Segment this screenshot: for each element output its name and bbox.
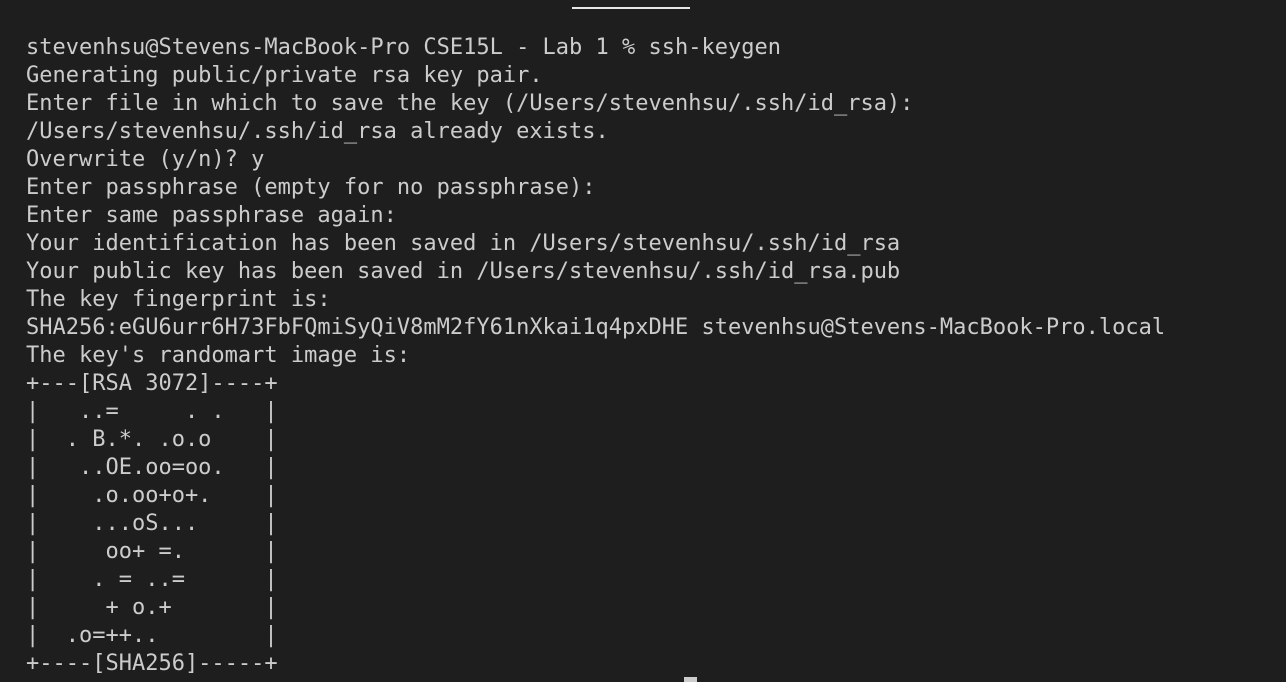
terminal-line: Your public key has been saved in /Users… [26, 259, 901, 284]
terminal-line-fingerprint: SHA256:eGU6urr6H73FbFQmiSyQiV8mM2fY61nXk… [26, 315, 1166, 340]
randomart-line: +----[SHA256]-----+ [26, 651, 278, 676]
randomart-line: | ..= . . | [26, 399, 278, 424]
randomart-line: | ..OE.oo=oo. | [26, 455, 278, 480]
randomart-line: | .o=++.. | [26, 623, 278, 648]
terminal-output[interactable]: stevenhsu@Stevens-MacBook-Pro CSE15L - L… [26, 34, 1165, 678]
terminal-line: Enter passphrase (empty for no passphras… [26, 175, 596, 200]
terminal-line: Overwrite (y/n)? y [26, 147, 265, 172]
terminal-line-prompt: stevenhsu@Stevens-MacBook-Pro CSE15L - L… [26, 35, 781, 60]
randomart-line: | . B.*. .o.o | [26, 427, 278, 452]
randomart-line: | oo+ =. | [26, 539, 278, 564]
terminal-line: /Users/stevenhsu/.ssh/id_rsa already exi… [26, 119, 609, 144]
randomart-line: | . = ..= | [26, 567, 278, 592]
terminal-line: Your identification has been saved in /U… [26, 231, 901, 256]
terminal-line: Generating public/private rsa key pair. [26, 63, 543, 88]
randomart-line: | ...oS... | [26, 511, 278, 536]
active-tab-indicator [572, 7, 690, 9]
terminal-panel[interactable]: stevenhsu@Stevens-MacBook-Pro CSE15L - L… [0, 0, 1286, 682]
randomart-line: | .o.oo+o+. | [26, 483, 278, 508]
terminal-line: Enter file in which to save the key (/Us… [26, 91, 914, 116]
randomart-line: | + o.+ | [26, 595, 278, 620]
terminal-line: The key fingerprint is: [26, 287, 331, 312]
terminal-line: Enter same passphrase again: [26, 203, 397, 228]
randomart-line: +---[RSA 3072]----+ [26, 371, 278, 396]
terminal-line: The key's randomart image is: [26, 343, 411, 368]
terminal-cursor [684, 677, 697, 682]
